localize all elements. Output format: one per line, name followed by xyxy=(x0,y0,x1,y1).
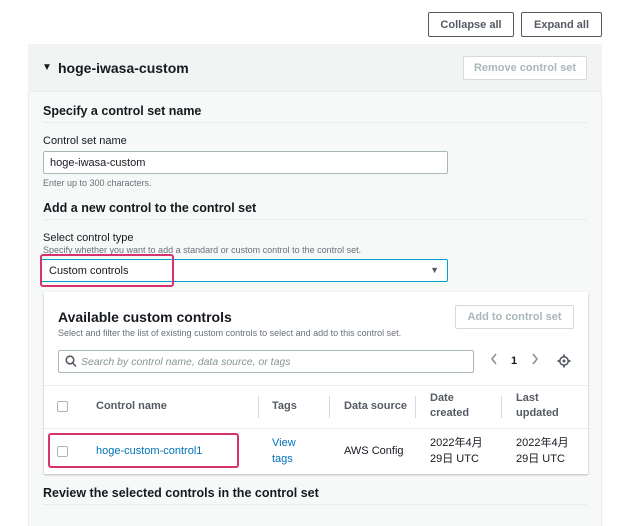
control-set-name-value: hoge-iwasa-custom xyxy=(50,156,146,169)
select-all-checkbox[interactable] xyxy=(57,401,68,412)
search-input[interactable]: Search by control name, data source, or … xyxy=(58,350,474,373)
available-controls-title: Available custom controls xyxy=(58,309,232,325)
name-section-heading: Specify a control set name xyxy=(43,104,202,118)
dropdown-caret-icon: ▼ xyxy=(430,265,439,275)
collapse-caret-icon[interactable]: ▼ xyxy=(42,62,52,73)
expand-all-button[interactable]: Expand all xyxy=(521,12,602,37)
current-page-number[interactable]: 1 xyxy=(511,355,517,367)
gear-icon[interactable] xyxy=(557,354,571,373)
divider xyxy=(44,428,588,429)
collapse-all-button[interactable]: Collapse all xyxy=(428,12,514,37)
previous-page-icon[interactable] xyxy=(490,353,498,368)
view-tags-link[interactable]: View tags xyxy=(272,435,296,467)
column-header-data-source[interactable]: Data source xyxy=(344,399,407,414)
control-set-name-input[interactable]: hoge-iwasa-custom xyxy=(43,151,448,174)
control-set-name-label: Control set name xyxy=(43,135,127,147)
available-controls-description: Select and filter the list of existing c… xyxy=(58,328,402,338)
divider xyxy=(43,122,587,123)
add-section-heading: Add a new control to the control set xyxy=(43,201,257,215)
column-separator xyxy=(329,396,330,418)
divider xyxy=(44,385,588,386)
column-header-control-name[interactable]: Control name xyxy=(96,399,167,414)
name-hint: Enter up to 300 characters. xyxy=(43,178,152,188)
search-placeholder: Search by control name, data source, or … xyxy=(81,355,291,368)
highlight-box-row xyxy=(48,433,239,468)
column-separator xyxy=(258,396,259,418)
last-updated-cell: 2022年4月 29日 UTC xyxy=(516,437,569,465)
column-separator xyxy=(415,396,416,418)
date-created-cell: 2022年4月 29日 UTC xyxy=(430,437,483,465)
review-section-heading: Review the selected controls in the cont… xyxy=(43,486,319,500)
divider xyxy=(43,504,587,505)
divider xyxy=(43,219,587,220)
highlight-box-select xyxy=(40,254,174,287)
search-icon xyxy=(65,354,77,371)
column-header-tags[interactable]: Tags xyxy=(272,399,297,414)
control-type-label: Select control type xyxy=(43,232,134,244)
column-header-last-updated[interactable]: Last updated xyxy=(516,391,559,421)
remove-control-set-button[interactable]: Remove control set xyxy=(463,56,587,80)
column-separator xyxy=(501,396,502,418)
add-to-control-set-button[interactable]: Add to control set xyxy=(455,305,574,329)
next-page-icon[interactable] xyxy=(531,353,539,368)
control-set-title: hoge-iwasa-custom xyxy=(58,60,189,76)
data-source-cell: AWS Config xyxy=(344,445,404,457)
column-header-date-created[interactable]: Date created xyxy=(430,391,469,421)
